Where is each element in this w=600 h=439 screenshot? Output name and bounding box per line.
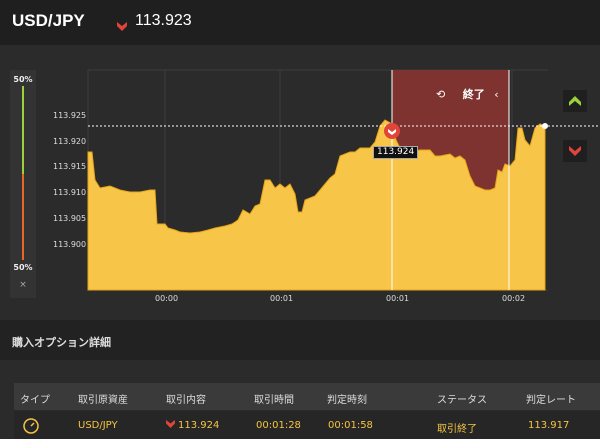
row-status: 取引終了: [437, 424, 477, 435]
timer-icon: [22, 416, 40, 437]
row-asset: USD/JPY: [78, 420, 118, 431]
col-header-asset: 取引原資産: [78, 395, 128, 406]
options-detail-section: 購入オプション詳細: [0, 320, 600, 360]
current-rate: 113.923: [135, 12, 192, 29]
entry-rate-tag: 113.924: [373, 146, 419, 159]
x-tick-label: 00:02: [502, 294, 526, 303]
price-area: [87, 119, 546, 291]
row-judge-rate: 113.917: [528, 420, 570, 431]
header-bar: USD/JPY 113.923: [0, 0, 600, 45]
entry-down-icon: [388, 129, 396, 135]
col-header-status: ステータス: [437, 395, 487, 406]
y-tick-label: 113.900: [53, 240, 87, 249]
currency-pair-title: USD/JPY: [12, 11, 85, 30]
high-button[interactable]: [563, 90, 587, 112]
x-tick-label: 00:01: [270, 294, 294, 303]
y-tick-label: 113.915: [53, 162, 87, 171]
col-header-content: 取引内容: [166, 395, 206, 406]
price-chart: [87, 69, 600, 291]
gauge-top-label: 50%: [13, 75, 33, 84]
up-arrow-icon: [569, 96, 581, 106]
row-time: 00:01:28: [256, 420, 301, 431]
sentiment-gauge: 50% 50% ×: [10, 70, 36, 298]
table-row[interactable]: USD/JPY 113.924 00:01:28 00:01:58 取引終了 1…: [14, 411, 600, 439]
low-button[interactable]: [563, 140, 587, 162]
y-tick-label: 113.910: [53, 188, 87, 197]
gauge-down-bar: [22, 174, 24, 260]
row-content: 113.924: [178, 420, 220, 431]
section-title: 購入オプション詳細: [12, 336, 111, 349]
col-header-judge-rate: 判定レート: [526, 395, 576, 406]
row-judge-time: 00:01:58: [328, 420, 373, 431]
col-header-judge-time: 判定時刻: [327, 395, 367, 406]
row-direction-icon: [166, 420, 175, 431]
table-header: タイプ 取引原資産 取引内容 取引時間 判定時刻 ステータス 判定レート: [14, 383, 600, 410]
history-icon: ⟲: [436, 88, 446, 101]
chevron-left-icon: ‹: [494, 88, 499, 101]
end-label-group: ⟲ 終了 ‹: [436, 86, 499, 102]
gauge-bottom-label: 50%: [13, 263, 33, 272]
end-label: 終了: [462, 88, 485, 101]
down-arrow-icon: [117, 16, 127, 35]
gauge-up-bar: [22, 86, 24, 174]
y-tick-label: 113.920: [53, 137, 87, 146]
expired-zone: [392, 70, 509, 290]
x-tick-label: 00:00: [155, 294, 179, 303]
col-header-type: タイプ: [20, 395, 50, 406]
current-price-dot: [542, 123, 548, 129]
y-tick-label: 113.905: [53, 214, 87, 223]
y-tick-label: 113.925: [53, 111, 87, 120]
x-tick-label: 00:01: [386, 294, 410, 303]
entry-marker: [384, 123, 400, 139]
col-header-time: 取引時間: [254, 395, 294, 406]
gauge-close-button[interactable]: ×: [10, 280, 36, 290]
down-arrow-icon: [569, 146, 581, 156]
